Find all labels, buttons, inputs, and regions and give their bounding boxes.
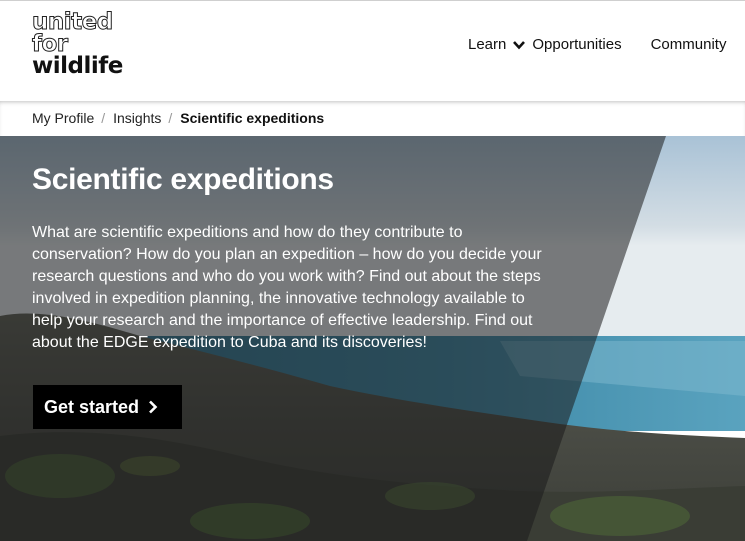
site-logo[interactable]: united for wildlife [32, 9, 124, 79]
breadcrumb: My Profile / Insights / Scientific exped… [0, 101, 745, 136]
logo-line-for: for [32, 31, 69, 57]
breadcrumb-separator: / [101, 110, 106, 126]
logo-line-wildlife: wildlife [32, 53, 123, 79]
get-started-label: Get started [44, 396, 140, 417]
nav-learn-label: Learn [468, 36, 507, 53]
nav-opportunities-label: Opportunities [532, 36, 622, 53]
nav-item-community[interactable]: Community [651, 36, 727, 53]
breadcrumb-my-profile[interactable]: My Profile [32, 110, 94, 126]
logo-line-united: united [32, 9, 114, 35]
page-title: Scientific expeditions [32, 163, 334, 196]
chevron-down-icon [513, 40, 526, 49]
get-started-button[interactable]: Get started [33, 385, 182, 429]
nav-item-learn[interactable]: Learn [468, 36, 526, 53]
nav-item-opportunities[interactable]: Opportunities [532, 36, 621, 53]
main-nav: Learn Opportunities Community [468, 36, 726, 53]
breadcrumb-separator: / [168, 110, 173, 126]
hero-banner: Scientific expeditions What are scientif… [0, 136, 745, 541]
hero-description: What are scientific expeditions and how … [32, 224, 542, 351]
breadcrumb-current: Scientific expeditions [180, 110, 325, 126]
nav-community-label: Community [650, 36, 727, 53]
chevron-right-icon [149, 400, 158, 414]
site-header: united for wildlife Learn Opportunities … [0, 0, 745, 101]
breadcrumb-insights[interactable]: Insights [113, 110, 161, 126]
